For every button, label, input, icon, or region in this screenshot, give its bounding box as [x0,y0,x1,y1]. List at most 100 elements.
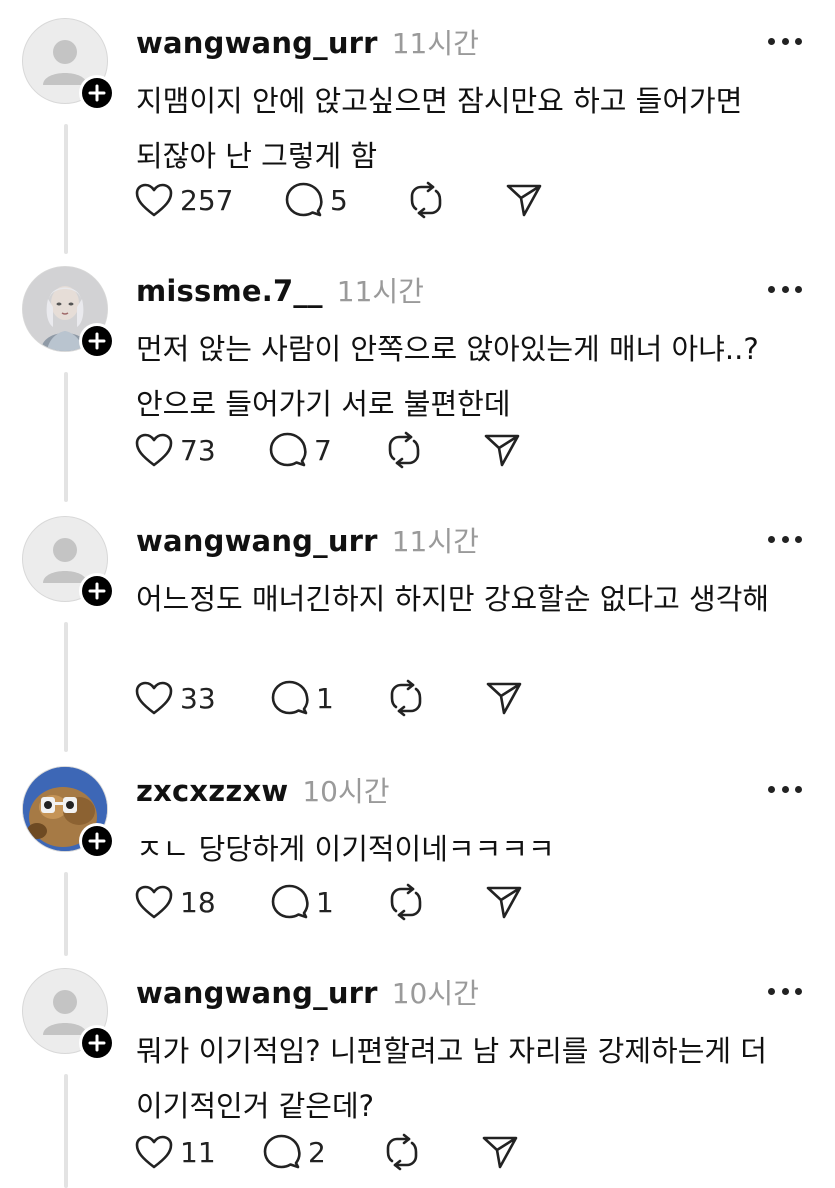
heart-icon [135,1135,173,1169]
like-count: 33 [180,681,216,715]
avatar[interactable] [22,18,115,111]
share-button[interactable] [484,883,524,921]
more-dots-icon[interactable] [768,986,802,996]
reply-button[interactable]: 5 [284,181,406,219]
like-button[interactable]: 18 [134,884,270,920]
username[interactable]: wangwang_urr [136,524,378,558]
like-count: 257 [180,183,234,217]
comment-icon [285,182,323,217]
reply-button[interactable]: 7 [268,431,384,469]
comment-header: missme.7__ 11시간 [136,270,424,310]
reply-button[interactable]: 1 [270,883,386,921]
repost-icon [390,679,422,717]
thread-line [64,1074,68,1188]
username[interactable]: wangwang_urr [136,26,378,60]
send-icon [484,434,520,467]
share-button[interactable] [480,1133,520,1171]
reply-count: 1 [316,681,334,715]
avatar[interactable] [22,266,115,359]
heart-icon [135,433,173,467]
like-count: 18 [180,885,216,919]
like-count: 11 [180,1135,216,1169]
share-button[interactable] [484,679,524,717]
follow-button[interactable] [79,1025,115,1061]
username[interactable]: zxcxzzxw [136,774,288,808]
username[interactable]: wangwang_urr [136,976,378,1010]
username[interactable]: missme.7__ [136,274,323,308]
comment-header: wangwang_urr 10시간 [136,972,479,1012]
comment-icon [271,884,309,919]
comment-item: wangwang_urr 10시간 뭐가 이기적임? 니편할려고 남 자리를 강… [0,968,835,1188]
thread-line [64,622,68,752]
comment-icon [263,1134,301,1169]
plus-icon [82,576,112,606]
thread-line [64,124,68,254]
plus-icon [82,326,112,356]
send-icon [482,1136,518,1169]
comment-text: 뭐가 이기적임? 니편할려고 남 자리를 강제하는게 더 이기적인거 같은데? [136,1034,767,1123]
comment-item: wangwang_urr 11시간 지맴이지 안에 앉고싶으면 잠시만요 하고 … [0,18,835,254]
like-button[interactable]: 257 [134,182,284,218]
follow-button[interactable] [79,75,115,111]
like-button[interactable]: 33 [134,680,270,716]
timestamp: 11시간 [336,275,424,308]
plus-icon [82,1028,112,1058]
comment-item: missme.7__ 11시간 먼저 앉는 사람이 안쪽으로 앉아있는게 매너 … [0,266,835,502]
timestamp: 11시간 [391,525,479,558]
reply-count: 1 [316,885,334,919]
timestamp: 10시간 [391,977,479,1010]
follow-button[interactable] [79,573,115,609]
plus-icon [82,826,112,856]
heart-icon [135,681,173,715]
more-dots-icon[interactable] [768,36,802,46]
send-icon [486,682,522,715]
send-icon [506,184,542,217]
action-bar: 257 5 [134,178,544,222]
avatar[interactable] [22,516,115,609]
comment-text: 어느정도 매너긴하지 하지만 강요할순 없다고 생각해 [136,582,770,616]
repost-icon [386,1133,418,1171]
comment-header: wangwang_urr 11시간 [136,520,479,560]
like-button[interactable]: 73 [134,432,268,468]
timestamp: 10시간 [302,775,390,808]
heart-icon [135,183,173,217]
reply-count: 2 [308,1135,326,1169]
share-button[interactable] [504,181,544,219]
repost-button[interactable] [406,181,504,219]
comment-item: wangwang_urr 11시간 어느정도 매너긴하지 하지만 강요할순 없다… [0,516,835,752]
send-icon [486,886,522,919]
reply-button[interactable]: 1 [270,679,386,717]
timestamp: 11시간 [391,27,479,60]
comment-icon [269,432,307,467]
comment-item: zxcxzzxw 10시간 ㅈㄴ 당당하게 이기적이네ㅋㅋㅋㅋ 18 1 [0,766,835,956]
plus-icon [82,78,112,108]
repost-button[interactable] [386,679,484,717]
action-bar: 18 1 [134,880,524,924]
reply-button[interactable]: 2 [262,1133,382,1171]
comment-text: ㅈㄴ 당당하게 이기적이네ㅋㅋㅋㅋ [136,832,555,866]
avatar[interactable] [22,766,115,859]
action-bar: 73 7 [134,428,522,472]
reply-count: 7 [314,433,332,467]
comment-header: wangwang_urr 11시간 [136,22,479,62]
repost-icon [410,181,442,219]
repost-icon [388,431,420,469]
repost-icon [390,883,422,921]
comment-header: zxcxzzxw 10시간 [136,770,390,810]
follow-button[interactable] [79,823,115,859]
more-dots-icon[interactable] [768,284,802,294]
share-button[interactable] [482,431,522,469]
like-button[interactable]: 11 [134,1134,262,1170]
action-bar: 33 1 [134,676,524,720]
more-dots-icon[interactable] [768,534,802,544]
comment-text: 지맴이지 안에 앉고싶으면 잠시만요 하고 들어가면 되잖아 난 그렇게 함 [136,84,743,173]
repost-button[interactable] [386,883,484,921]
avatar[interactable] [22,968,115,1061]
repost-button[interactable] [382,1133,480,1171]
repost-button[interactable] [384,431,482,469]
more-dots-icon[interactable] [768,784,802,794]
thread-line [64,372,68,502]
thread-line [64,872,68,956]
follow-button[interactable] [79,323,115,359]
reply-count: 5 [330,183,348,217]
